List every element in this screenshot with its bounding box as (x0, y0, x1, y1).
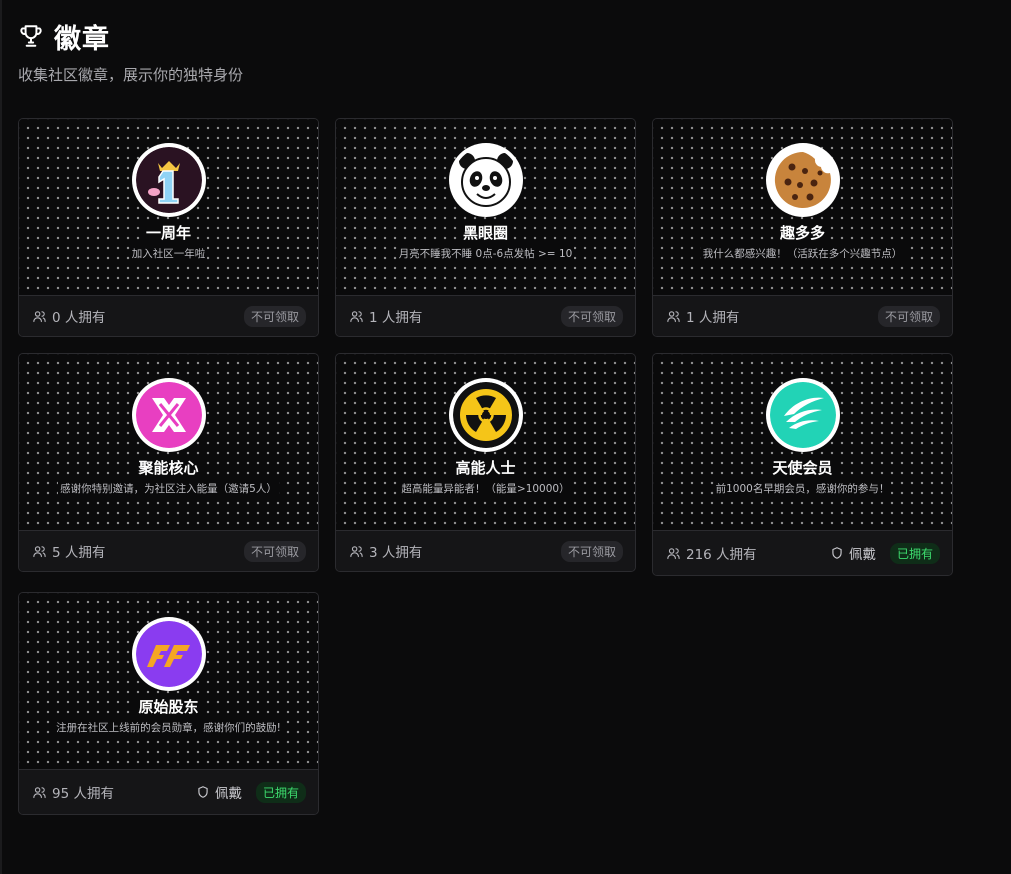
owner-count-text: 95 人拥有 (52, 786, 114, 802)
badge-showcase: 聚能核心 感谢你特别邀请，为社区注入能量（邀请5人） (19, 354, 318, 530)
title-row: 徽章 (18, 18, 243, 55)
owner-count-text: 0 人拥有 (52, 310, 106, 326)
badge-description: 注册在社区上线前的会员勋章，感谢你们的鼓励! (54, 720, 283, 735)
page-title: 徽章 (54, 23, 110, 55)
badge-footer: 5 人拥有 不可领取 (19, 530, 318, 571)
badge-name: 原始股东 (136, 696, 201, 717)
owned-badge: 已拥有 (889, 542, 940, 564)
badge-footer: 1 人拥有 不可领取 (653, 295, 952, 336)
users-icon (667, 547, 680, 559)
status-badge: 不可领取 (877, 305, 940, 327)
badge-card-cookie[interactable]: 趣多多 我什么都感兴趣！（活跃在多个兴趣节点） 1 人拥有 不可领取 (652, 118, 953, 337)
badge-footer: 0 人拥有 不可领取 (19, 295, 318, 336)
badge-grid: 一周年 加入社区一年啦 0 人拥有 不可领取 黑眼圈 月亮不睡我不睡 0点-6点… (18, 118, 954, 815)
owner-count-text: 1 人拥有 (369, 310, 423, 326)
users-icon (350, 545, 363, 557)
badge-description: 超高能量异能者！（能量>10000） (399, 481, 572, 496)
users-icon (667, 310, 680, 322)
cookie-icon (769, 147, 836, 213)
owner-count: 0 人拥有 (32, 306, 105, 326)
badge-footer: 216 人拥有 佩戴 已拥有 (653, 530, 952, 575)
users-icon (350, 310, 363, 322)
badge-name: 高能人士 (453, 457, 518, 478)
badge-avatar (448, 143, 523, 217)
badge-avatar (448, 378, 523, 452)
badge-showcase: 天使会员 前1000名早期会员，感谢你的参与！ (653, 354, 952, 530)
badge-description: 月亮不睡我不睡 0点-6点发帖 >= 10 (396, 246, 575, 261)
owner-count-text: 1 人拥有 (686, 310, 740, 326)
shareholder-icon (135, 621, 202, 687)
badge-card-high-energy[interactable]: 高能人士 超高能量异能者！（能量>10000） 3 人拥有 不可领取 (335, 353, 636, 572)
status-badge: 不可领取 (560, 305, 623, 327)
badge-showcase: 原始股东 注册在社区上线前的会员勋章，感谢你们的鼓励! (19, 593, 318, 769)
page-subtitle: 收集社区徽章，展示你的独特身份 (18, 66, 244, 84)
wear-button[interactable]: 佩戴 (830, 543, 876, 563)
badge-showcase: 一周年 加入社区一年啦 (19, 119, 318, 295)
badge-showcase: 趣多多 我什么都感兴趣！（活跃在多个兴趣节点） (653, 119, 952, 295)
badge-card-first-anniversary[interactable]: 一周年 加入社区一年啦 0 人拥有 不可领取 (18, 118, 319, 337)
angel-wing-icon (769, 382, 836, 448)
badge-avatar (765, 143, 840, 217)
badge-name: 天使会员 (770, 457, 835, 478)
badge-avatar (765, 378, 840, 452)
shield-icon (832, 547, 842, 559)
owner-count: 216 人拥有 (666, 543, 757, 563)
panda-icon (452, 147, 519, 213)
badge-card-energy-core[interactable]: 聚能核心 感谢你特别邀请，为社区注入能量（邀请5人） 5 人拥有 不可领取 (18, 353, 319, 572)
users-icon (33, 545, 46, 557)
badge-description: 加入社区一年啦 (129, 246, 208, 261)
core-x-icon (135, 382, 202, 448)
badge-description: 前1000名早期会员，感谢你的参与！ (713, 481, 892, 496)
window-edge (0, 0, 2, 874)
trophy-icon (20, 25, 42, 47)
owner-count: 3 人拥有 (349, 541, 422, 561)
badge-name: 聚能核心 (136, 457, 201, 478)
status-badge: 不可领取 (243, 305, 306, 327)
users-icon (33, 786, 46, 798)
status-badge: 不可领取 (243, 540, 306, 562)
badge-name: 一周年 (143, 222, 193, 243)
owner-count-text: 5 人拥有 (52, 545, 106, 561)
owner-count: 95 人拥有 (32, 782, 114, 802)
badge-name: 黑眼圈 (460, 222, 510, 243)
wear-button[interactable]: 佩戴 (196, 782, 242, 802)
wear-label: 佩戴 (214, 786, 242, 802)
page-header: 徽章 收集社区徽章，展示你的独特身份 (18, 18, 243, 85)
badge-description: 感谢你特别邀请，为社区注入能量（邀请5人） (58, 481, 279, 496)
owner-count: 1 人拥有 (349, 306, 422, 326)
badge-card-angel-member[interactable]: 天使会员 前1000名早期会员，感谢你的参与！ 216 人拥有 佩戴 已拥有 (652, 353, 953, 576)
status-badge: 不可领取 (560, 540, 623, 562)
badge-card-panda[interactable]: 黑眼圈 月亮不睡我不睡 0点-6点发帖 >= 10 1 人拥有 不可领取 (335, 118, 636, 337)
owner-count-text: 3 人拥有 (369, 545, 423, 561)
badge-footer: 3 人拥有 不可领取 (336, 530, 635, 571)
wear-label: 佩戴 (848, 547, 876, 563)
badge-description: 我什么都感兴趣！（活跃在多个兴趣节点） (700, 246, 905, 261)
badge-avatar (131, 378, 206, 452)
badge-showcase: 黑眼圈 月亮不睡我不睡 0点-6点发帖 >= 10 (336, 119, 635, 295)
badge-name: 趣多多 (777, 222, 827, 243)
badge-card-original-shareholder[interactable]: 原始股东 注册在社区上线前的会员勋章，感谢你们的鼓励! 95 人拥有 佩戴 已拥… (18, 592, 319, 815)
owned-badge: 已拥有 (255, 781, 306, 803)
first-anniversary-icon (135, 147, 202, 213)
badge-footer: 95 人拥有 佩戴 已拥有 (19, 769, 318, 814)
owner-count: 1 人拥有 (666, 306, 739, 326)
badge-avatar (131, 143, 206, 217)
radiation-icon (452, 382, 519, 448)
users-icon (33, 310, 46, 322)
badge-footer: 1 人拥有 不可领取 (336, 295, 635, 336)
badge-avatar (131, 617, 206, 691)
owner-count: 5 人拥有 (32, 541, 105, 561)
badge-showcase: 高能人士 超高能量异能者！（能量>10000） (336, 354, 635, 530)
owner-count-text: 216 人拥有 (686, 547, 757, 563)
shield-icon (198, 786, 208, 798)
